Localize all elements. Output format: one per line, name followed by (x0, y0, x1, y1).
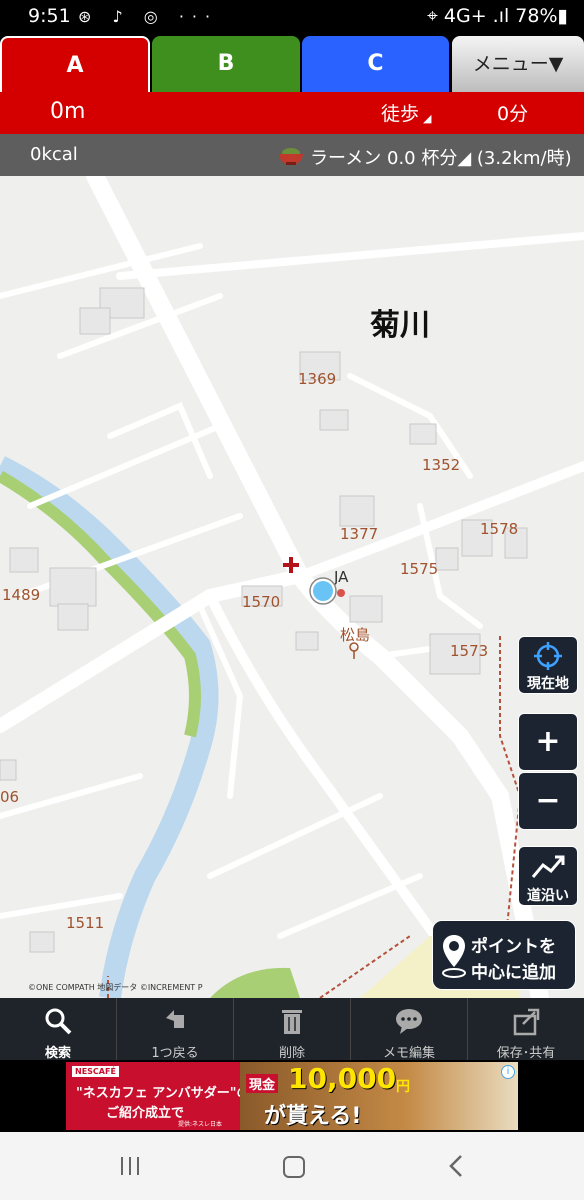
map-view[interactable]: 菊川 1369 1352 1377 1578 1575 1489 1570 15… (0, 176, 584, 998)
travel-mode-marker: ◢ (423, 112, 432, 125)
current-location-button[interactable]: 現在地 (518, 636, 578, 694)
status-bar: 9:51 ⊛ ♪ ◎ ··· ⌖ 4G+ .ıl 78%▮ (0, 0, 584, 34)
back-icon[interactable] (448, 1154, 464, 1178)
delete-label: 削除 (278, 1046, 305, 1061)
map-center-crosshair-icon (283, 557, 299, 573)
along-road-button[interactable]: 道沿い (518, 846, 578, 906)
ramen-equivalent-selector[interactable]: ラーメン 0.0 杯分◢ (3.2km/時) (310, 144, 572, 170)
ad-yen: 円 (396, 1079, 410, 1095)
map-base (0, 176, 584, 998)
ad-text-line1: "ネスカフェ アンバサダー"の (76, 1086, 250, 1101)
ad-strip: NESCAFÉ "ネスカフェ アンバサダー"の ご紹介成立で 提供:ネスレ日本 … (0, 1060, 584, 1132)
home-icon[interactable] (283, 1156, 305, 1178)
magnifier-icon (45, 1008, 72, 1035)
tab-c[interactable]: C (302, 36, 449, 92)
delete-button[interactable]: 削除 (234, 998, 351, 1061)
route-info-bar: 0m 徒歩 ◢ 0分 (0, 92, 584, 134)
ad-text-line2: ご紹介成立で (106, 1106, 185, 1121)
save-share-button[interactable]: 保存･共有 (468, 998, 584, 1061)
zoom-out-button[interactable]: − (518, 772, 578, 830)
lot-label: 1575 (400, 560, 439, 578)
status-time: 9:51 (28, 5, 71, 27)
ramen-bowl-icon (279, 148, 303, 165)
lot-label: 1573 (450, 642, 489, 660)
route-tabs: A B C メニュー▼ (0, 34, 584, 92)
add-point-label-line1: ポイントを (471, 937, 556, 957)
tab-b[interactable]: B (152, 36, 300, 92)
add-point-at-center-button[interactable]: ポイントを 中心に追加 (432, 920, 576, 990)
undo-button[interactable]: 1つ戻る (117, 998, 234, 1061)
lot-label: 1489 (2, 586, 41, 604)
ad-sponsor: 提供:ネスレ日本 (178, 1121, 223, 1128)
add-point-label-line2: 中心に追加 (471, 963, 556, 983)
map-copyright: ©ONE COMPATH 地図データ ©INCREMENT P (28, 983, 203, 992)
bottom-toolbar: 検索 1つ戻る 削除 メモ編集 保存･共有 (0, 998, 584, 1061)
map-pin-icon (442, 935, 466, 978)
stats-bar: 0kcal ラーメン 0.0 杯分◢ (3.2km/時) (0, 134, 584, 176)
menu-button[interactable]: メニュー▼ (452, 36, 584, 92)
tab-a[interactable]: A (0, 36, 150, 92)
save-share-label: 保存･共有 (496, 1046, 556, 1061)
lot-label: 1377 (340, 525, 379, 543)
edit-memo-label: メモ編集 (382, 1046, 435, 1061)
along-road-label: 道沿い (527, 888, 569, 904)
calories-value: 0kcal (30, 144, 78, 165)
trend-line-icon (531, 855, 565, 878)
locate-crosshair-icon (534, 642, 562, 670)
current-location-label: 現在地 (527, 676, 569, 692)
trash-icon (282, 1010, 302, 1034)
share-icon (513, 1008, 540, 1036)
lot-label: 1511 (66, 914, 105, 932)
system-nav-bar (0, 1132, 584, 1200)
lot-label: 06 (0, 788, 20, 806)
ad-banner[interactable]: NESCAFÉ "ネスカフェ アンバサダー"の ご紹介成立で 提供:ネスレ日本 … (66, 1062, 518, 1130)
speech-bubble-icon (396, 1009, 422, 1034)
status-notification-icons: ⊛ ♪ ◎ ··· (78, 7, 219, 26)
lot-label: 1578 (480, 520, 519, 538)
ad-get-text: が貰える! (264, 1104, 362, 1129)
zoom-in-button[interactable]: + (518, 713, 578, 771)
lot-label: 1369 (298, 370, 337, 388)
ad-amount: 10,000 (288, 1062, 397, 1095)
distance-value: 0m (50, 99, 86, 124)
edit-memo-button[interactable]: メモ編集 (351, 998, 468, 1061)
search-button[interactable]: 検索 (0, 998, 117, 1061)
current-location-marker-icon (309, 577, 337, 605)
ad-cash-tag: 現金 (246, 1074, 279, 1093)
duration-value: 0分 (497, 103, 529, 125)
ad-info-icon[interactable]: i (501, 1065, 515, 1079)
status-right: ⌖ 4G+ .ıl 78%▮ (427, 5, 568, 27)
ad-brand-logo: NESCAFÉ (72, 1066, 119, 1077)
recent-apps-icon[interactable] (119, 1157, 141, 1175)
travel-mode-selector[interactable]: 徒歩 (381, 99, 419, 126)
undo-arrow-icon (166, 1010, 184, 1028)
town-name-label: 菊川 (370, 308, 430, 343)
undo-label: 1つ戻る (151, 1046, 199, 1061)
search-label: 検索 (44, 1046, 71, 1061)
lot-label: 1352 (422, 456, 461, 474)
lot-label: 1570 (242, 593, 281, 611)
shrine-pin-icon (349, 642, 359, 659)
